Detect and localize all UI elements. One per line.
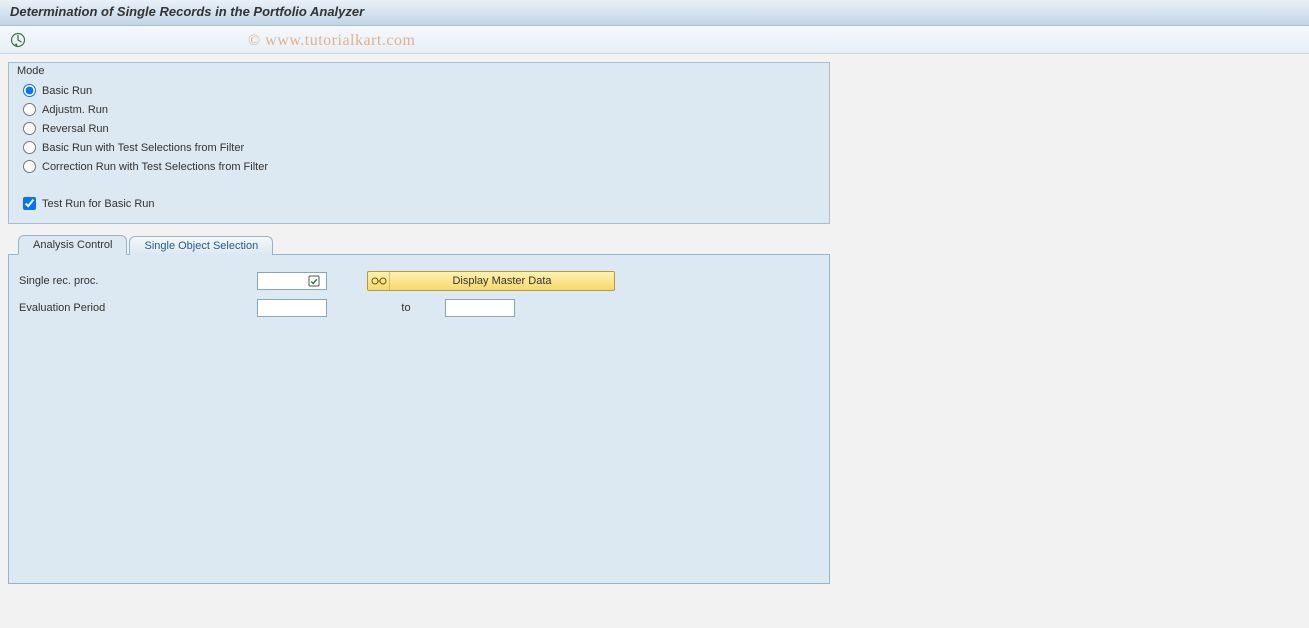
label-single-rec-proc: Single rec. proc. <box>19 275 257 287</box>
radio-basic-run-label: Basic Run <box>42 85 92 97</box>
radio-adjustm-run-input[interactable] <box>23 103 36 116</box>
radio-basic-filter-run-input[interactable] <box>23 141 36 154</box>
glasses-icon <box>368 272 390 290</box>
input-single-rec-proc[interactable] <box>258 275 306 287</box>
row-single-rec-proc: Single rec. proc. <box>19 271 819 291</box>
display-master-data-button[interactable]: Display Master Data <box>367 271 615 291</box>
radio-correction-filter-run[interactable]: Correction Run with Test Selections from… <box>19 157 819 176</box>
mode-group-title: Mode <box>15 65 47 77</box>
radio-basic-filter-run-label: Basic Run with Test Selections from Filt… <box>42 142 244 154</box>
input-evaluation-period-to[interactable] <box>445 299 515 317</box>
tabpanel-analysis-control: Single rec. proc. <box>8 254 830 584</box>
page-title: Determination of Single Records in the P… <box>10 4 1299 19</box>
tab-row: Analysis Control Single Object Selection <box>8 234 830 254</box>
input-evaluation-period-from[interactable] <box>257 299 327 317</box>
radio-reversal-run-label: Reversal Run <box>42 123 109 135</box>
tab-analysis-control[interactable]: Analysis Control <box>18 235 127 255</box>
radio-basic-run-input[interactable] <box>23 84 36 97</box>
row-evaluation-period: Evaluation Period to <box>19 299 819 317</box>
radio-correction-filter-run-input[interactable] <box>23 160 36 173</box>
radio-correction-filter-run-label: Correction Run with Test Selections from… <box>42 161 268 173</box>
radio-adjustm-run-label: Adjustm. Run <box>42 104 108 116</box>
tab-single-object-selection[interactable]: Single Object Selection <box>129 236 273 255</box>
radio-reversal-run-input[interactable] <box>23 122 36 135</box>
radio-basic-run[interactable]: Basic Run <box>19 81 819 100</box>
radio-basic-filter-run[interactable]: Basic Run with Test Selections from Filt… <box>19 138 819 157</box>
checkbox-test-run[interactable]: Test Run for Basic Run <box>19 194 819 213</box>
label-evaluation-period: Evaluation Period <box>19 302 257 314</box>
application-toolbar <box>0 26 1309 54</box>
input-single-rec-proc-wrapper <box>257 272 327 290</box>
search-help-icon[interactable] <box>306 273 322 289</box>
mode-groupbox: Mode Basic Run Adjustm. Run Reversal Run… <box>8 62 830 224</box>
checkbox-test-run-input[interactable] <box>23 197 36 210</box>
execute-icon[interactable] <box>10 32 26 48</box>
checkbox-test-run-label: Test Run for Basic Run <box>42 198 155 210</box>
titlebar: Determination of Single Records in the P… <box>0 0 1309 26</box>
content-area: Mode Basic Run Adjustm. Run Reversal Run… <box>0 54 1309 592</box>
tabstrip: Analysis Control Single Object Selection… <box>8 234 830 584</box>
label-to: to <box>367 302 445 314</box>
display-master-data-label: Display Master Data <box>390 275 614 287</box>
radio-reversal-run[interactable]: Reversal Run <box>19 119 819 138</box>
radio-adjustm-run[interactable]: Adjustm. Run <box>19 100 819 119</box>
